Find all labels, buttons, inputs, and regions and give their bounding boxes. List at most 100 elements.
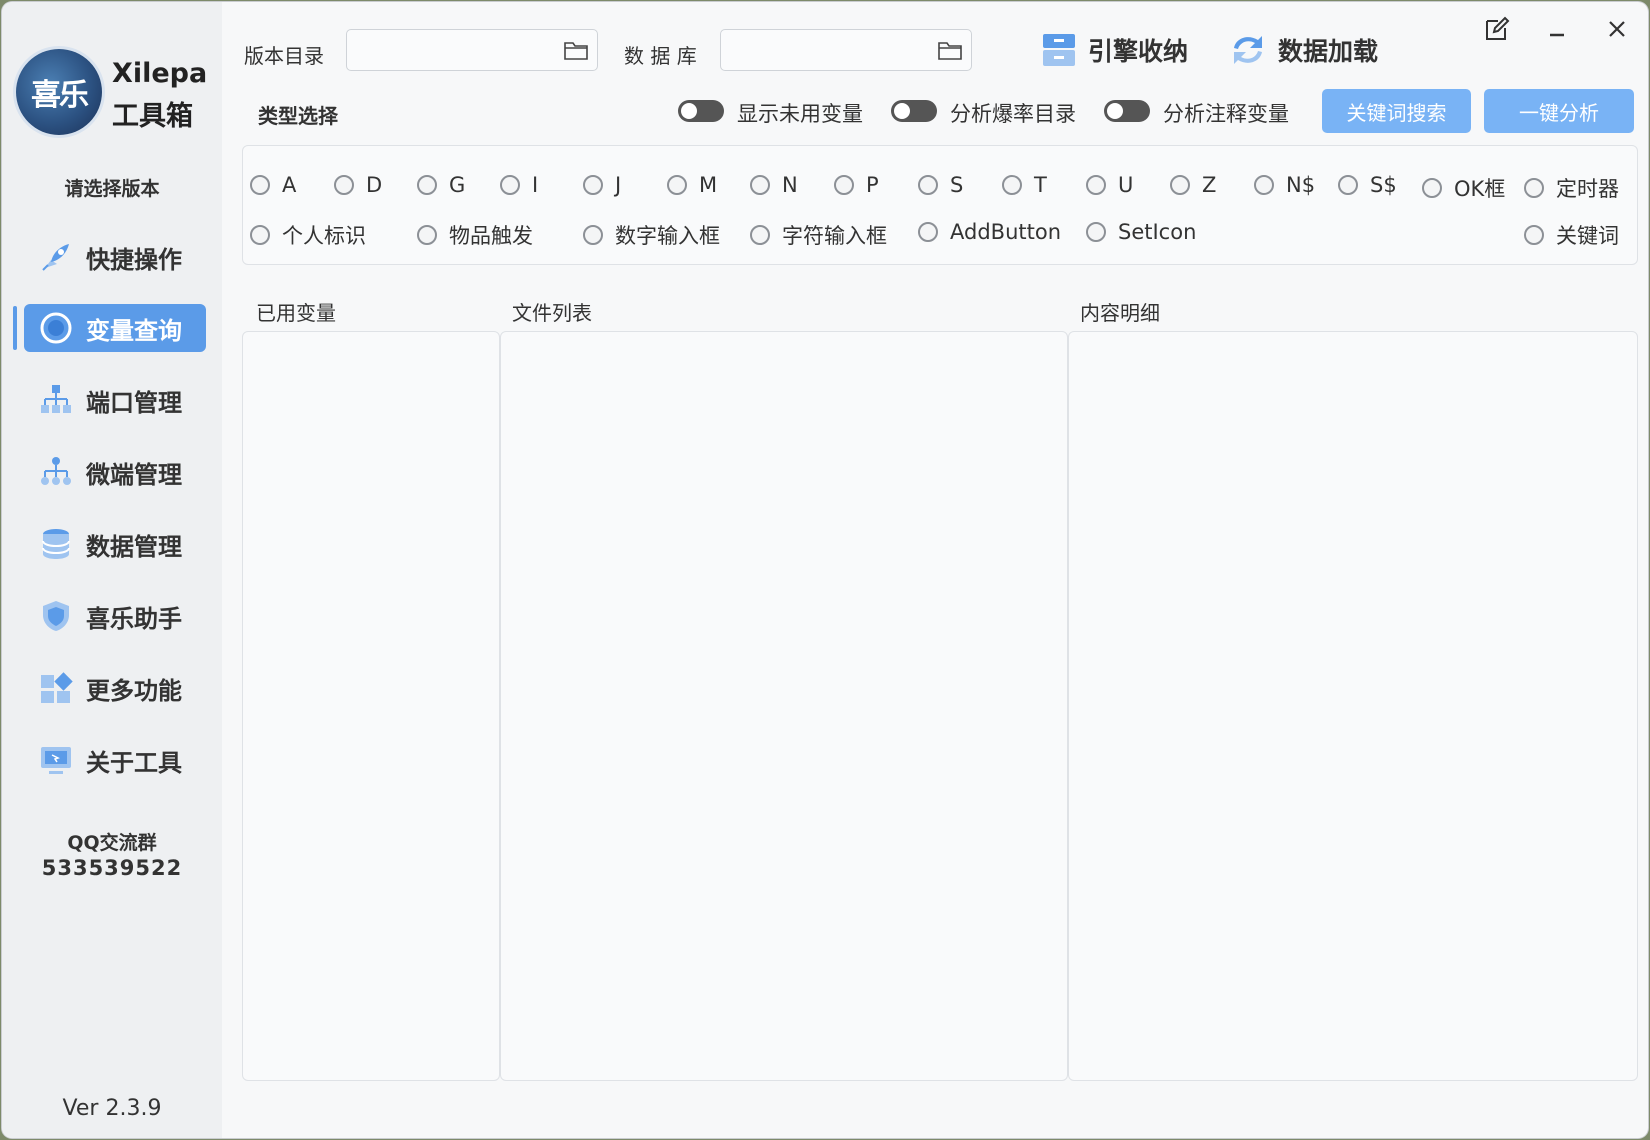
radio-i[interactable]: I bbox=[500, 173, 538, 197]
rocket-icon bbox=[38, 239, 74, 275]
sidebar-item-micro-management[interactable]: 微端管理 bbox=[24, 448, 206, 496]
radio-label: OK框 bbox=[1454, 177, 1506, 201]
radio-label: M bbox=[699, 173, 718, 197]
used-variables-title: 已用变量 bbox=[256, 301, 336, 325]
radio-circle[interactable] bbox=[583, 175, 603, 195]
radio-circle[interactable] bbox=[250, 225, 270, 245]
engine-collect-button[interactable]: 引擎收纳 bbox=[1040, 30, 1188, 70]
minimize-icon[interactable] bbox=[1542, 14, 1572, 44]
radio-circle[interactable] bbox=[667, 175, 687, 195]
file-list[interactable] bbox=[500, 331, 1068, 1081]
toggle-comment-vars[interactable] bbox=[1104, 100, 1150, 122]
radio-circle[interactable] bbox=[834, 175, 854, 195]
radio-d[interactable]: D bbox=[334, 173, 382, 197]
monitor-icon bbox=[38, 742, 74, 778]
one-click-analyze-button[interactable]: 一键分析 bbox=[1484, 89, 1634, 133]
radio-personal-id[interactable]: 个人标识 bbox=[250, 220, 366, 250]
radio-addbutton[interactable]: AddButton bbox=[918, 220, 1061, 244]
folder-icon[interactable] bbox=[937, 39, 963, 61]
radio-timer[interactable]: 定时器 bbox=[1524, 173, 1619, 203]
apps-icon bbox=[38, 670, 74, 706]
sidebar-item-quick-actions[interactable]: 快捷操作 bbox=[24, 233, 206, 281]
radio-p[interactable]: P bbox=[834, 173, 879, 197]
radio-label: P bbox=[866, 173, 879, 197]
radio-circle[interactable] bbox=[750, 175, 770, 195]
radio-circle[interactable] bbox=[1422, 178, 1442, 198]
toggle-drop-rate[interactable] bbox=[891, 100, 937, 122]
edit-icon[interactable] bbox=[1482, 14, 1512, 44]
sidebar-item-about[interactable]: 关于工具 bbox=[24, 736, 206, 784]
data-load-button[interactable]: 数据加载 bbox=[1228, 30, 1378, 70]
sidebar-item-port-management[interactable]: 端口管理 bbox=[24, 376, 206, 424]
radio-label: N$ bbox=[1286, 173, 1316, 197]
query-icon bbox=[38, 310, 74, 346]
used-variables-list[interactable] bbox=[242, 331, 500, 1081]
radio-a[interactable]: A bbox=[250, 173, 296, 197]
radio-circle[interactable] bbox=[583, 225, 603, 245]
qq-group-number: 533539522 bbox=[41, 856, 183, 880]
sidebar: 喜乐 Xilepa 工具箱 请选择版本 快捷操作 变量查询 端口管理 微端管理 … bbox=[2, 2, 222, 1138]
sidebar-item-data-management[interactable]: 数据管理 bbox=[24, 520, 206, 568]
radio-label: U bbox=[1118, 173, 1134, 197]
radio-circle[interactable] bbox=[417, 225, 437, 245]
radio-z[interactable]: Z bbox=[1170, 173, 1216, 197]
radio-label: 字符输入框 bbox=[782, 224, 887, 248]
radio-circle[interactable] bbox=[918, 222, 938, 242]
radio-label: 个人标识 bbox=[282, 224, 366, 248]
toggle-show-unused[interactable] bbox=[678, 100, 724, 122]
version-select-prompt[interactable]: 请选择版本 bbox=[2, 174, 222, 201]
radio-s-dollar[interactable]: S$ bbox=[1338, 173, 1397, 197]
radio-m[interactable]: M bbox=[667, 173, 717, 197]
radio-g[interactable]: G bbox=[417, 173, 465, 197]
sidebar-item-label: 数据管理 bbox=[86, 532, 182, 561]
radio-circle[interactable] bbox=[1002, 175, 1022, 195]
keyword-search-button[interactable]: 关键词搜索 bbox=[1322, 89, 1471, 133]
radio-s[interactable]: S bbox=[918, 173, 963, 197]
app-logo: 喜乐 bbox=[16, 49, 102, 135]
sidebar-item-label: 微端管理 bbox=[86, 460, 182, 489]
radio-circle[interactable] bbox=[250, 175, 270, 195]
radio-circle[interactable] bbox=[1338, 175, 1358, 195]
sidebar-item-assistant[interactable]: 喜乐助手 bbox=[24, 592, 206, 640]
radio-keyword[interactable]: 关键词 bbox=[1524, 220, 1619, 250]
radio-circle[interactable] bbox=[500, 175, 520, 195]
database-label: 数 据 库 bbox=[624, 44, 697, 68]
radio-ok-box[interactable]: OK框 bbox=[1422, 173, 1505, 203]
radio-t[interactable]: T bbox=[1002, 173, 1047, 197]
radio-circle[interactable] bbox=[1170, 175, 1190, 195]
version-dir-label: 版本目录 bbox=[244, 44, 324, 68]
radio-seticon[interactable]: SetIcon bbox=[1086, 220, 1196, 244]
sidebar-item-label: 快捷操作 bbox=[86, 245, 182, 274]
app-version: Ver 2.3.9 bbox=[62, 1096, 162, 1121]
close-icon[interactable] bbox=[1602, 14, 1632, 44]
radio-circle[interactable] bbox=[334, 175, 354, 195]
radio-label: 关键词 bbox=[1556, 224, 1619, 248]
radio-j[interactable]: J bbox=[583, 173, 621, 197]
app-window: 喜乐 Xilepa 工具箱 请选择版本 快捷操作 变量查询 端口管理 微端管理 … bbox=[2, 2, 1648, 1138]
radio-label: Z bbox=[1202, 173, 1217, 197]
database-input[interactable] bbox=[720, 29, 972, 71]
radio-n[interactable]: N bbox=[750, 173, 798, 197]
radio-label: I bbox=[532, 173, 539, 197]
sidebar-item-label: 喜乐助手 bbox=[86, 604, 182, 633]
sidebar-item-variable-query[interactable]: 变量查询 bbox=[24, 304, 206, 352]
content-detail-panel[interactable] bbox=[1068, 331, 1638, 1081]
radio-circle[interactable] bbox=[1086, 222, 1106, 242]
sidebar-item-more-features[interactable]: 更多功能 bbox=[24, 664, 206, 712]
radio-circle[interactable] bbox=[918, 175, 938, 195]
radio-circle[interactable] bbox=[1254, 175, 1274, 195]
radio-circle[interactable] bbox=[1524, 178, 1544, 198]
toggle-show-unused-label: 显示未用变量 bbox=[737, 102, 863, 126]
version-dir-input[interactable] bbox=[346, 29, 598, 71]
brand-subtitle: 工具箱 bbox=[112, 101, 193, 132]
radio-number-input[interactable]: 数字输入框 bbox=[583, 220, 720, 250]
radio-n-dollar[interactable]: N$ bbox=[1254, 173, 1315, 197]
radio-circle[interactable] bbox=[1086, 175, 1106, 195]
folder-icon[interactable] bbox=[563, 39, 589, 61]
radio-string-input[interactable]: 字符输入框 bbox=[750, 220, 887, 250]
radio-circle[interactable] bbox=[417, 175, 437, 195]
radio-u[interactable]: U bbox=[1086, 173, 1133, 197]
radio-circle[interactable] bbox=[1524, 225, 1544, 245]
radio-item-trigger[interactable]: 物品触发 bbox=[417, 220, 533, 250]
radio-circle[interactable] bbox=[750, 225, 770, 245]
